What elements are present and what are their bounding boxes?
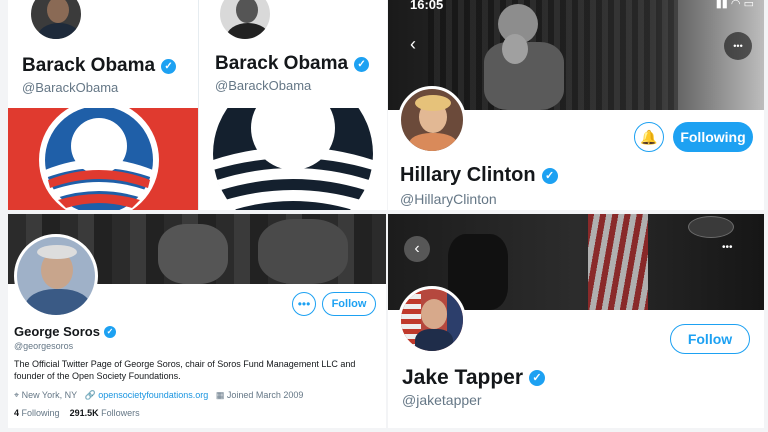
obama-o-logo-icon xyxy=(213,74,373,210)
clinton-profile-card: 16:05 ▮▮ ◠ ▭ ‹ ••• 🔔 Following Hillary C… xyxy=(388,0,764,210)
follow-button[interactable]: Follow xyxy=(322,292,376,316)
soros-avatar[interactable] xyxy=(14,234,98,318)
following-count[interactable]: 4 xyxy=(14,408,19,418)
profile-joined: Joined March 2009 xyxy=(226,390,304,400)
obama-avatar[interactable] xyxy=(28,0,84,42)
profile-handle: @HillaryClinton xyxy=(400,191,497,207)
profile-handle: @BarackObama xyxy=(22,80,119,95)
profile-website-link[interactable]: opensocietyfoundations.org xyxy=(98,390,208,400)
location-icon: ⌖ xyxy=(14,390,20,400)
more-options-button[interactable]: ••• xyxy=(724,32,752,60)
verified-badge-icon: ✓ xyxy=(541,167,558,184)
verified-badge-icon: ✓ xyxy=(354,56,370,72)
verified-badge-icon: ✓ xyxy=(529,370,546,386)
signal-icon: ▮▮ xyxy=(715,0,728,10)
profile-name: Barack Obama ✓ xyxy=(22,55,177,77)
profile-stats-row: 4 Following 291.5K Followers xyxy=(14,408,140,418)
profile-handle: @BarackObama xyxy=(215,78,312,93)
following-button[interactable]: Following xyxy=(673,122,753,152)
tapper-profile-card: ‹ ••• Follow Jake Tapper ✓ @jaketapper xyxy=(388,214,764,428)
back-button[interactable]: ‹ xyxy=(404,236,430,262)
obama-avatar[interactable] xyxy=(217,0,273,42)
bell-plus-icon: 🔔 xyxy=(640,128,658,145)
verified-badge-icon: ✓ xyxy=(103,325,116,338)
tapper-avatar[interactable] xyxy=(398,286,466,354)
follow-button[interactable]: Follow xyxy=(670,324,750,354)
more-dots-icon[interactable]: ••• xyxy=(722,242,733,253)
more-dots-icon: ••• xyxy=(297,297,311,311)
soros-profile-card: ••• Follow George Soros ✓ @georgesoros Th… xyxy=(8,214,386,428)
profile-handle: @jaketapper xyxy=(402,392,482,408)
obama-o-logo-icon xyxy=(39,100,159,210)
battery-icon: ▭ xyxy=(743,0,754,10)
followers-label[interactable]: Followers xyxy=(101,408,140,418)
following-label[interactable]: Following xyxy=(22,408,60,418)
profile-location: New York, NY xyxy=(21,390,77,400)
obama-logo-banner xyxy=(8,100,198,210)
profile-bio: The Official Twitter Page of George Soro… xyxy=(14,359,356,381)
wifi-icon: ◠ xyxy=(730,0,741,10)
profile-meta-row: ⌖ New York, NY 🔗 opensocietyfoundations.… xyxy=(14,390,303,401)
back-chevron-icon: ‹ xyxy=(414,240,420,257)
notifications-bell-button[interactable]: 🔔 xyxy=(634,122,664,152)
status-bar-time: 16:05 xyxy=(410,0,444,12)
calendar-icon: ▦ xyxy=(215,390,225,400)
profile-handle: @georgesoros xyxy=(14,341,74,351)
back-chevron-icon[interactable]: ‹ xyxy=(410,34,416,55)
clinton-avatar[interactable] xyxy=(398,86,466,154)
more-options-button[interactable]: ••• xyxy=(292,292,316,316)
link-icon: 🔗 xyxy=(84,390,96,400)
followers-count[interactable]: 291.5K xyxy=(70,408,99,418)
obama-profile-card-1: Barack Obama ✓ @BarackObama xyxy=(8,0,198,210)
profile-name: Barack Obama ✓ xyxy=(215,53,370,75)
obama-logo-banner xyxy=(199,74,387,210)
profile-name: Jake Tapper ✓ xyxy=(402,366,546,390)
status-bar-icons: ▮▮ ◠ ▭ xyxy=(716,0,754,10)
more-dots-icon: ••• xyxy=(733,41,743,51)
profile-name: Hillary Clinton ✓ xyxy=(400,164,558,187)
profile-name: George Soros ✓ xyxy=(14,324,116,339)
verified-badge-icon: ✓ xyxy=(161,58,177,74)
obama-profile-card-2: Barack Obama ✓ @BarackObama xyxy=(198,0,387,210)
